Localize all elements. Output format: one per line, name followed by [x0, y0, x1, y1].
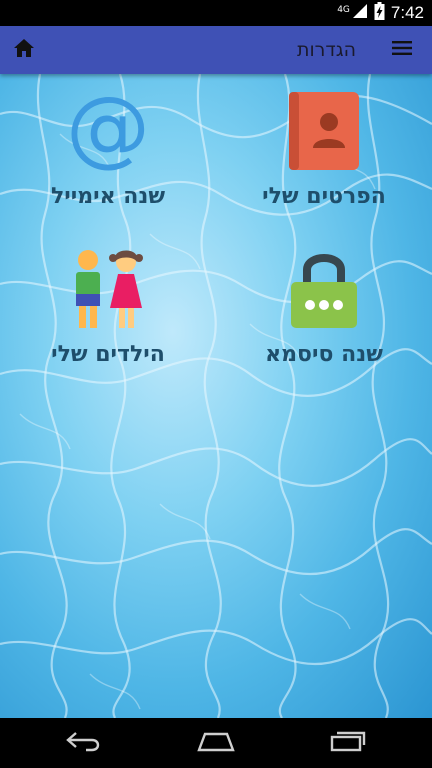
- tile-my-children[interactable]: הילדים שלי: [0, 234, 216, 384]
- recent-apps-icon: [330, 730, 366, 756]
- at-sign-icon: @: [66, 78, 150, 176]
- tile-change-password[interactable]: שנה סיסמא: [216, 234, 432, 384]
- home-icon: [13, 38, 35, 62]
- app-bar: הגדרות: [0, 26, 432, 74]
- back-icon: [66, 730, 102, 756]
- tile-label-change-password: שנה סיסמא: [265, 342, 383, 367]
- tile-change-email[interactable]: @ שנה אימייל: [0, 74, 216, 224]
- padlock-icon: [289, 248, 359, 334]
- battery-charging-icon: [374, 2, 385, 24]
- contacts-book-icon: [287, 90, 361, 176]
- status-bar: 4G 7:42: [0, 0, 432, 26]
- navigation-bar: [0, 718, 432, 768]
- tile-my-details[interactable]: הפרטים שלי: [216, 74, 432, 224]
- network-type: 4G: [337, 5, 350, 15]
- status-right: 4G 7:42: [337, 0, 424, 26]
- children-icon: [70, 248, 146, 334]
- signal-icon: [352, 3, 368, 23]
- tile-label-change-email: שנה אימייל: [50, 184, 166, 209]
- menu-button[interactable]: [388, 36, 416, 64]
- recent-apps-button[interactable]: [328, 728, 368, 758]
- tile-label-my-children: הילדים שלי: [51, 342, 165, 367]
- home-button[interactable]: [10, 36, 38, 64]
- back-button[interactable]: [64, 728, 104, 758]
- page-title: הגדרות: [296, 39, 356, 61]
- tile-label-my-details: הפרטים שלי: [262, 184, 386, 209]
- home-outline-icon: [197, 730, 235, 756]
- menu-icon: [392, 40, 412, 60]
- settings-content: הפרטים שלי @ שנה אימייל שנה סיסמא הילדים…: [0, 74, 432, 718]
- status-time: 7:42: [390, 3, 424, 22]
- home-nav-button[interactable]: [196, 728, 236, 758]
